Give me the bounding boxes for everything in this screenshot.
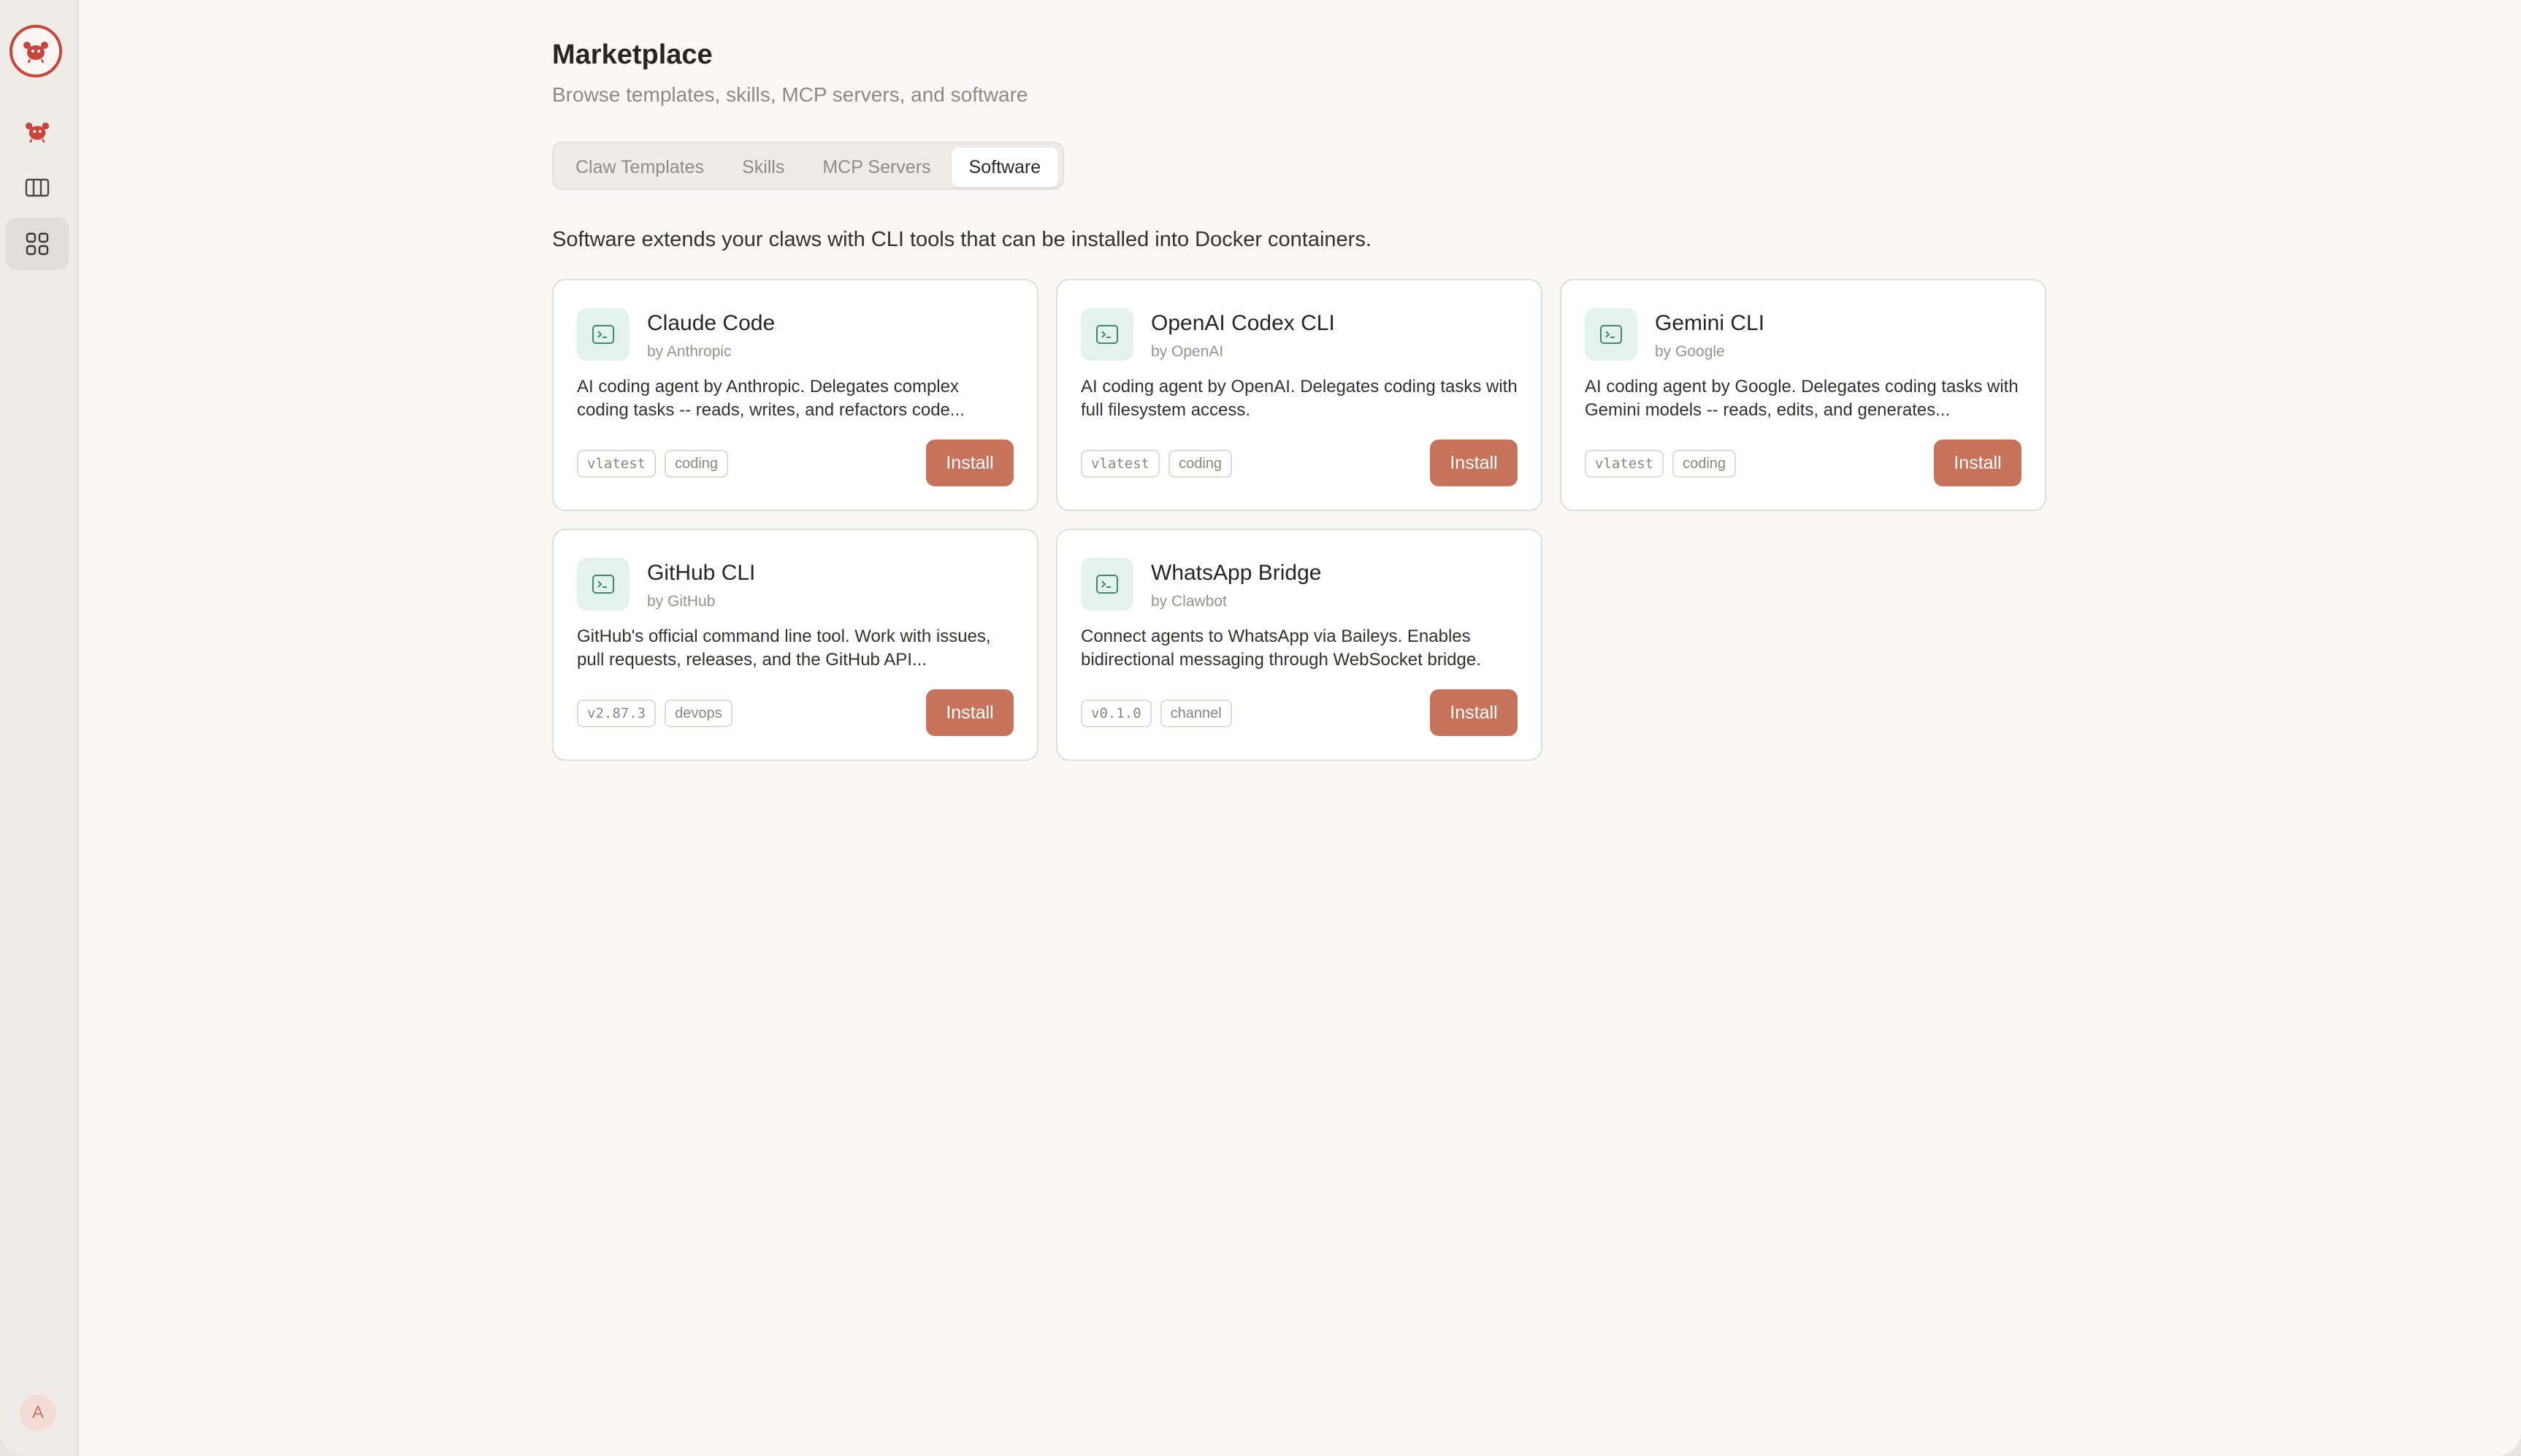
page-title: Marketplace xyxy=(552,39,713,70)
software-name: Gemini CLI xyxy=(1655,311,1765,335)
tag-list: v2.87.3 devops xyxy=(577,700,732,727)
install-button[interactable]: Install xyxy=(926,440,1014,486)
software-name: OpenAI Codex CLI xyxy=(1151,311,1335,335)
tag-list: v0.1.0 channel xyxy=(1081,700,1232,727)
version-badge: v2.87.3 xyxy=(577,700,657,727)
terminal-icon xyxy=(592,325,614,344)
tag-list: vlatest coding xyxy=(1081,450,1233,478)
category-badge: channel xyxy=(1160,700,1232,727)
software-description: AI coding agent by OpenAI. Delegates cod… xyxy=(1081,377,1518,420)
software-description: AI coding agent by Google. Delegates cod… xyxy=(1585,377,2019,420)
version-badge: vlatest xyxy=(1585,450,1664,478)
category-badge: coding xyxy=(665,450,729,478)
columns-icon xyxy=(25,178,50,197)
version-badge: vlatest xyxy=(1081,450,1160,478)
software-card: Claude Code by Anthropic AI coding agent… xyxy=(552,279,1038,511)
install-button[interactable]: Install xyxy=(926,689,1014,736)
tab-mcp-servers[interactable]: MCP Servers xyxy=(805,147,948,187)
software-author: by Clawbot xyxy=(1151,593,1227,610)
claw-logo-icon xyxy=(23,42,48,64)
software-author: by Anthropic xyxy=(647,343,732,360)
version-badge: v0.1.0 xyxy=(1081,700,1152,727)
software-card: WhatsApp Bridge by Clawbot Connect agent… xyxy=(1056,529,1542,761)
section-description: Software extends your claws with CLI too… xyxy=(552,228,1372,251)
tag-list: vlatest coding xyxy=(1585,450,1737,478)
terminal-icon xyxy=(1096,575,1118,594)
install-button[interactable]: Install xyxy=(1934,440,2021,486)
tab-claw-templates[interactable]: Claw Templates xyxy=(558,147,722,187)
install-button[interactable]: Install xyxy=(1430,440,1518,486)
tab-skills[interactable]: Skills xyxy=(724,147,802,187)
software-description: GitHub's official command line tool. Wor… xyxy=(577,627,991,670)
sidebar-item-marketplace[interactable] xyxy=(6,218,69,270)
software-name: Claude Code xyxy=(647,311,776,335)
software-author: by GitHub xyxy=(647,593,716,610)
category-badge: devops xyxy=(665,700,732,727)
terminal-icon xyxy=(592,575,614,594)
software-description: AI coding agent by Anthropic. Delegates … xyxy=(577,377,965,420)
terminal-icon-tile xyxy=(1081,308,1133,361)
sidebar-item-claws[interactable] xyxy=(6,105,69,158)
terminal-icon xyxy=(1096,325,1118,344)
sidebar-item-board[interactable] xyxy=(6,161,69,214)
software-author: by Google xyxy=(1655,343,1725,360)
software-name: WhatsApp Bridge xyxy=(1151,561,1322,585)
tab-software[interactable]: Software xyxy=(951,147,1059,187)
grid-icon xyxy=(26,232,49,256)
software-card: Gemini CLI by Google AI coding agent by … xyxy=(1560,279,2046,511)
category-badge: coding xyxy=(1168,450,1233,478)
terminal-icon-tile xyxy=(577,558,630,610)
software-name: GitHub CLI xyxy=(647,561,756,585)
claw-mascot-icon xyxy=(25,122,50,143)
software-author: by OpenAI xyxy=(1151,343,1224,360)
software-card: GitHub CLI by GitHub GitHub's official c… xyxy=(552,529,1038,761)
marketplace-tabs: Claw Templates Skills MCP Servers Softwa… xyxy=(552,142,1065,190)
app-logo[interactable] xyxy=(9,25,62,77)
software-card: OpenAI Codex CLI by OpenAI AI coding age… xyxy=(1056,279,1542,511)
terminal-icon-tile xyxy=(1585,308,1637,361)
software-description: Connect agents to WhatsApp via Baileys. … xyxy=(1081,627,1481,670)
page-subtitle: Browse templates, skills, MCP servers, a… xyxy=(552,83,1028,106)
terminal-icon-tile xyxy=(577,308,630,361)
install-button[interactable]: Install xyxy=(1430,689,1518,736)
terminal-icon-tile xyxy=(1081,558,1133,610)
version-badge: vlatest xyxy=(577,450,657,478)
tag-list: vlatest coding xyxy=(577,450,729,478)
category-badge: coding xyxy=(1672,450,1737,478)
user-avatar[interactable]: A xyxy=(20,1395,56,1431)
app-window: A Marketplace Browse templates, skills, … xyxy=(0,0,2521,1456)
sidebar: A xyxy=(0,0,79,1456)
terminal-icon xyxy=(1600,325,1622,344)
